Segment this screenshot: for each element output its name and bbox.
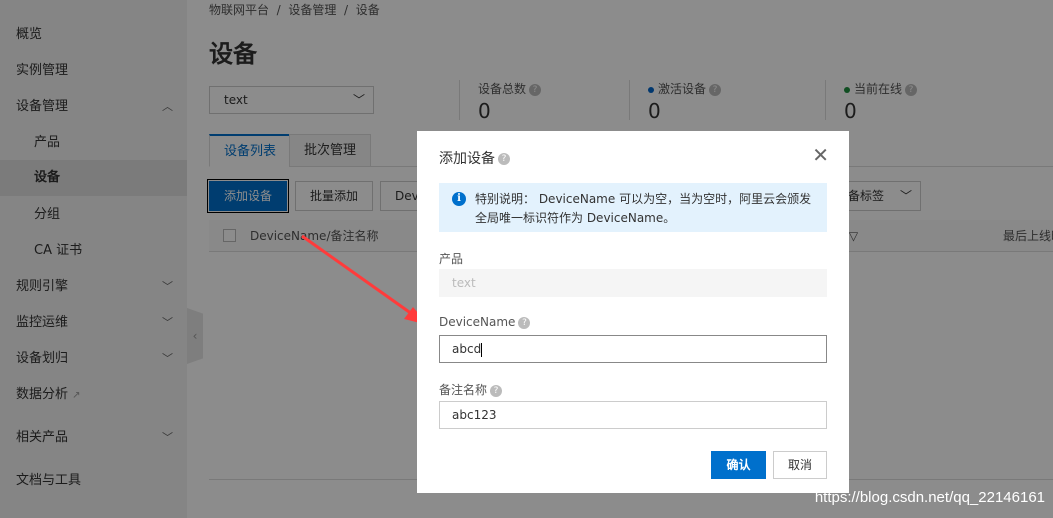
watermark: https://blog.csdn.net/qq_22146161 — [814, 489, 1045, 506]
close-icon[interactable]: ✕ — [812, 145, 829, 165]
field-value: abcd — [452, 342, 482, 356]
dialog-title: 添加设备? — [439, 148, 510, 168]
remark-name-input[interactable]: abc123 — [439, 401, 827, 429]
cancel-button[interactable]: 取消 — [773, 451, 827, 479]
label-text: DeviceName — [439, 315, 516, 329]
devicename-input[interactable]: abcd — [439, 335, 827, 363]
field-value: abc123 — [452, 408, 497, 422]
text-caret — [481, 342, 483, 357]
help-icon[interactable]: ? — [498, 153, 510, 165]
help-icon[interactable]: ? — [518, 316, 531, 329]
product-field: text — [439, 269, 827, 297]
dialog-title-text: 添加设备 — [439, 151, 495, 167]
info-icon: i — [452, 192, 466, 206]
confirm-button[interactable]: 确认 — [711, 451, 766, 479]
field-value: text — [452, 276, 476, 290]
product-label: 产品 — [439, 252, 464, 266]
remark-label: 备注名称? — [439, 381, 503, 398]
add-device-dialog: 添加设备? ✕ i 特别说明： DeviceName 可以为空，当为空时，阿里云会… — [417, 131, 849, 493]
label-text: 备注名称 — [439, 383, 488, 397]
info-text: 特别说明： DeviceName 可以为空，当为空时，阿里云会颁发全局唯一标识符… — [475, 192, 812, 225]
devicename-label: DeviceName? — [439, 315, 531, 329]
help-icon[interactable]: ? — [490, 384, 503, 397]
info-notice: i 特别说明： DeviceName 可以为空，当为空时，阿里云会颁发全局唯一标识… — [439, 183, 827, 232]
